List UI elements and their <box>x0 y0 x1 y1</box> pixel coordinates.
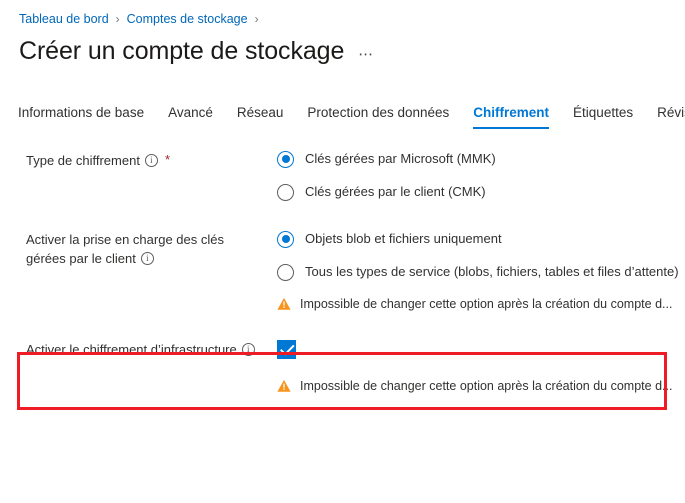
page-title-row: Créer un compte de stockage ⋯ <box>19 35 377 67</box>
infrastructure-encryption-warning-text: Impossible de changer cette option après… <box>300 379 673 393</box>
breadcrumb-separator-icon: › <box>254 12 259 26</box>
infrastructure-encryption-label-group: Activer le chiffrement d’infrastructure <box>0 340 258 359</box>
tab-chiffrement[interactable]: Chiffrement <box>473 104 549 130</box>
info-icon[interactable] <box>140 252 154 265</box>
tab-revision[interactable]: Révision <box>657 104 685 130</box>
radio-label-blob-files-only: Objets blob et fichiers uniquement <box>305 231 502 246</box>
cmk-support-label-line1: Activer la prise en charge des clés <box>26 232 224 247</box>
warning-icon <box>277 297 291 311</box>
cmk-support-label-group: Activer la prise en charge des clés géré… <box>0 230 258 268</box>
encryption-type-label: Type de chiffrement <box>26 153 140 168</box>
radio-mark-selected-icon <box>277 150 294 168</box>
breadcrumb-item-dashboard[interactable]: Tableau de bord <box>19 11 109 27</box>
radio-mark-unselected-icon <box>277 263 294 281</box>
tab-informations-de-base[interactable]: Informations de base <box>18 104 144 130</box>
required-asterisk: * <box>164 152 170 167</box>
infrastructure-encryption-checkbox[interactable] <box>277 340 296 359</box>
radio-option-mmk[interactable]: Clés gérées par Microsoft (MMK) <box>277 150 685 168</box>
info-icon[interactable] <box>144 154 158 167</box>
breadcrumb-separator-icon: › <box>115 12 120 26</box>
radio-option-cmk[interactable]: Clés gérées par le client (CMK) <box>277 183 685 201</box>
radio-label-mmk: Clés gérées par Microsoft (MMK) <box>305 151 496 166</box>
warning-icon <box>277 379 291 393</box>
tab-protection-des-donnees[interactable]: Protection des données <box>307 104 449 130</box>
infrastructure-encryption-warning: Impossible de changer cette option après… <box>277 378 685 394</box>
page-title: Créer un compte de stockage <box>19 37 345 65</box>
encryption-type-label-group: Type de chiffrement * <box>0 150 258 170</box>
radio-label-all-service-types: Tous les types de service (blobs, fichie… <box>305 264 679 279</box>
infrastructure-encryption-control: Impossible de changer cette option après… <box>258 340 685 394</box>
radio-label-cmk: Clés gérées par le client (CMK) <box>305 184 486 199</box>
radio-option-blob-files-only[interactable]: Objets blob et fichiers uniquement <box>277 230 685 248</box>
form-row-cmk-support: Activer la prise en charge des clés géré… <box>0 230 685 312</box>
tab-etiquettes[interactable]: Étiquettes <box>573 104 633 130</box>
radio-mark-unselected-icon <box>277 183 294 201</box>
cmk-support-warning-text: Impossible de changer cette option après… <box>300 297 673 311</box>
breadcrumb-item-storage-accounts[interactable]: Comptes de stockage <box>127 11 248 27</box>
form-row-infrastructure-encryption: Activer le chiffrement d’infrastructure … <box>0 340 685 394</box>
tab-avance[interactable]: Avancé <box>168 104 213 130</box>
encryption-form: Type de chiffrement * Clés gérées par Mic… <box>0 150 685 394</box>
cmk-support-warning: Impossible de changer cette option après… <box>277 296 685 312</box>
radio-mark-selected-icon <box>277 230 294 248</box>
tab-reseau[interactable]: Réseau <box>237 104 284 130</box>
info-icon[interactable] <box>241 343 255 356</box>
breadcrumb: Tableau de bord › Comptes de stockage › <box>19 11 266 27</box>
infrastructure-encryption-label: Activer le chiffrement d’infrastructure <box>26 342 237 357</box>
wizard-tabs: Informations de base Avancé Réseau Prote… <box>18 104 685 130</box>
cmk-support-label-line2: gérées par le client <box>26 251 136 266</box>
encryption-type-radio-group: Clés gérées par Microsoft (MMK) Clés gér… <box>258 150 685 201</box>
form-row-encryption-type: Type de chiffrement * Clés gérées par Mic… <box>0 150 685 201</box>
radio-option-all-service-types[interactable]: Tous les types de service (blobs, fichie… <box>277 263 685 281</box>
cmk-support-radio-group: Objets blob et fichiers uniquement Tous … <box>258 230 685 312</box>
more-options-icon[interactable]: ⋯ <box>355 47 377 63</box>
